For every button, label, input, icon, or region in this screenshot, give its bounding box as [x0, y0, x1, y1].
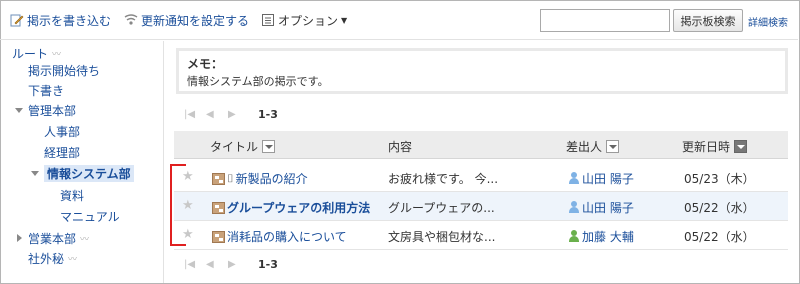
prev-page-icon[interactable]: ◀	[206, 259, 228, 270]
page-range: 1-3	[258, 107, 278, 121]
options-label: オプション	[278, 13, 339, 28]
search-input[interactable]	[540, 9, 670, 32]
column-header-updated[interactable]: 更新日時	[682, 138, 748, 155]
row-date: 05/22（水）	[684, 230, 755, 244]
table-row[interactable]: ★ 消耗品の購入について 文房具や梱包材な... 加藤 大輔 05/22（水）	[174, 221, 788, 250]
tree-item-label: 管理本部	[28, 103, 77, 118]
column-header-sender[interactable]: 差出人	[566, 138, 620, 155]
tree-item-accounting[interactable]: 経理部	[44, 143, 80, 161]
options-menu-button[interactable]: オプション ▼	[261, 12, 347, 28]
page-range: 1-3	[258, 257, 278, 271]
row-sender-link[interactable]: 山田 陽子	[568, 170, 634, 187]
set-notification-label: 更新通知を設定する	[141, 13, 250, 28]
column-header-label: 差出人	[566, 140, 603, 154]
tree-item-label: マニュアル	[60, 209, 120, 224]
prev-page-icon[interactable]: ◀	[206, 109, 228, 120]
first-page-icon[interactable]: |◀	[184, 109, 206, 120]
column-header-label: タイトル	[210, 140, 259, 154]
tree-item-drafts[interactable]: 下書き	[28, 81, 64, 99]
next-page-icon[interactable]: ▶	[228, 259, 250, 270]
row-content: お疲れ様です。 今...	[388, 172, 499, 186]
tree-item-label: 社外秘	[28, 251, 65, 266]
memo-title: メモ：	[187, 57, 224, 71]
sort-dropdown-icon[interactable]	[734, 140, 748, 153]
tree-item-root[interactable]: ルート 〰	[12, 44, 61, 62]
document-icon	[212, 201, 225, 214]
row-title: 消耗品の購入について	[227, 230, 347, 244]
tree-item-hr[interactable]: 人事部	[44, 122, 80, 140]
document-icon	[212, 230, 225, 243]
sort-dropdown-icon[interactable]	[262, 140, 276, 153]
sort-dropdown-icon[interactable]	[606, 140, 620, 153]
column-header-content: 内容	[388, 138, 412, 155]
pager-bottom: |◀ ◀ ▶ 1-3	[184, 256, 278, 272]
memo-body: 情報システム部の掲示です。	[187, 75, 329, 88]
row-date: 05/22（水）	[684, 201, 755, 215]
tree-item-label: 情報システム部	[44, 164, 134, 182]
tree-item-label: 経理部	[44, 145, 81, 160]
person-icon	[568, 201, 580, 214]
row-sender: 山田 陽子	[582, 172, 634, 186]
post-message-button[interactable]: 掲示を書き込む	[10, 12, 111, 28]
column-header-label: 内容	[388, 140, 413, 154]
tree-item-label: 資料	[60, 188, 85, 203]
expand-toggle-icon[interactable]	[14, 105, 24, 115]
tree-item-confidential[interactable]: 社外秘 〰	[28, 249, 77, 267]
row-content: グループウェアの...	[388, 201, 495, 215]
row-sender: 山田 陽子	[582, 201, 634, 215]
row-title: 新製品の紹介	[235, 172, 308, 186]
row-sender-link[interactable]: 山田 陽子	[568, 199, 634, 216]
detail-search-link[interactable]: 詳細検索	[748, 14, 788, 29]
pager-top: |◀ ◀ ▶ 1-3	[184, 106, 278, 122]
post-message-label: 掲示を書き込む	[27, 13, 112, 28]
tree-item-label: 営業本部	[28, 231, 77, 246]
row-title: グループウェアの利用方法	[227, 201, 371, 215]
highlight-bracket	[170, 164, 186, 246]
column-header-title[interactable]: タイトル	[210, 138, 276, 155]
folder-tree: ルート 〰 掲示開始待ち 下書き 管理本部 人事部 経理部 情報システム部 資料…	[0, 41, 164, 283]
table-row[interactable]: ★ ⌷ 新製品の紹介 お疲れ様です。 今... 山田 陽子 05/23（木）	[174, 163, 788, 192]
row-content: 文房具や梱包材な...	[388, 230, 496, 244]
tree-item-label: 人事部	[44, 124, 81, 139]
table-row[interactable]: ★ グループウェアの利用方法 グループウェアの... 山田 陽子 05/22（水…	[174, 192, 788, 221]
memo-box: メモ： 情報システム部の掲示です。	[176, 48, 788, 94]
tree-item-materials[interactable]: 資料	[60, 186, 84, 204]
tree-item-label: ルート	[12, 46, 49, 61]
tree-item-pending[interactable]: 掲示開始待ち	[28, 61, 100, 79]
person-icon	[568, 230, 580, 243]
expand-toggle-icon[interactable]	[14, 233, 24, 243]
table-header: タイトル 内容 差出人 更新日時	[174, 131, 788, 159]
row-date: 05/23（木）	[684, 172, 755, 186]
column-header-label: 更新日時	[682, 140, 731, 154]
next-page-icon[interactable]: ▶	[228, 109, 250, 120]
row-sender-link[interactable]: 加藤 大輔	[568, 228, 634, 245]
tree-item-admin-hq[interactable]: 管理本部	[14, 101, 76, 119]
pencil-doc-icon	[10, 13, 24, 27]
tree-item-info-systems[interactable]: 情報システム部	[30, 164, 134, 182]
first-page-icon[interactable]: |◀	[184, 259, 206, 270]
person-icon	[568, 172, 580, 185]
set-notification-button[interactable]: 更新通知を設定する	[124, 12, 249, 28]
row-sender: 加藤 大輔	[582, 230, 634, 244]
notify-icon: 〰	[68, 254, 78, 265]
document-icon	[212, 172, 225, 185]
expand-toggle-icon[interactable]	[30, 168, 40, 178]
options-icon	[261, 13, 275, 27]
row-title-link[interactable]: 消耗品の購入について	[212, 228, 347, 245]
tree-item-label: 掲示開始待ち	[28, 63, 101, 78]
chevron-down-icon: ▼	[341, 15, 348, 25]
attachment-icon: ⌷	[227, 171, 234, 185]
toolbar: 掲示を書き込む 更新通知を設定する オプション ▼ 掲示板検索 詳細検索	[0, 0, 798, 40]
tree-item-sales-hq[interactable]: 営業本部 〰	[14, 229, 89, 247]
notify-icon	[124, 13, 138, 27]
notify-icon: 〰	[52, 49, 62, 60]
tree-item-label: 下書き	[28, 83, 65, 98]
search-button[interactable]: 掲示板検索	[673, 9, 743, 32]
row-title-link[interactable]: グループウェアの利用方法	[212, 199, 370, 216]
tree-item-manual[interactable]: マニュアル	[60, 207, 120, 225]
row-title-link[interactable]: ⌷ 新製品の紹介	[212, 170, 308, 187]
notify-icon: 〰	[80, 234, 90, 245]
